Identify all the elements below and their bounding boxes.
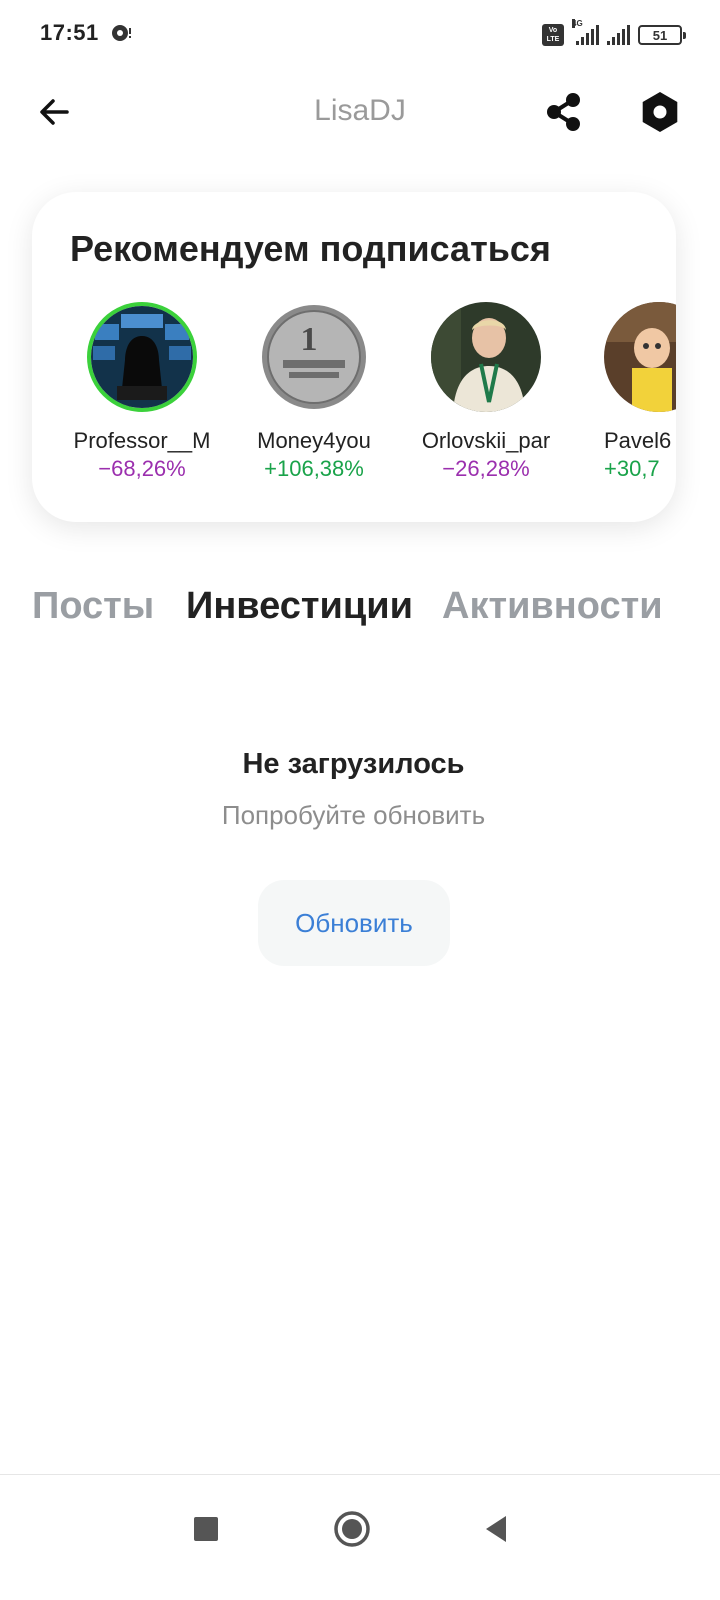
tab-activities[interactable]: Активности: [442, 585, 663, 628]
system-nav-bar: [0, 1475, 720, 1600]
battery-icon: 51: [638, 25, 686, 45]
recommendation-name: Professor__M: [73, 428, 211, 453]
record-icon: [112, 25, 131, 41]
recommendation-item[interactable]: Professor__M −68,26%: [72, 302, 212, 482]
tab-posts[interactable]: Посты: [32, 585, 154, 628]
volte-icon: Vo LTE: [542, 24, 564, 46]
recommendation-change: −68,26%: [98, 456, 186, 481]
tab-investments[interactable]: Инвестиции: [186, 585, 413, 628]
avatar: [431, 302, 541, 412]
hacker-avatar-image: [91, 306, 193, 408]
recommendation-card: Рекомендуем подписаться Professor__M −68…: [32, 192, 676, 522]
recommendation-title: Рекомендуем подписаться: [70, 228, 551, 269]
coin-avatar-image: 1: [259, 302, 369, 412]
recommendation-change: +30,7: [604, 456, 660, 481]
share-icon: [547, 93, 580, 131]
status-time: 17:51: [40, 20, 99, 45]
svg-text:1: 1: [301, 321, 318, 358]
recommendation-name: Pavel6: [604, 428, 672, 453]
signal-icon: [607, 25, 630, 45]
profile-title: LisaDJ: [314, 94, 406, 127]
error-subtitle: Попробуйте обновить: [221, 800, 486, 830]
avatar: 1: [259, 302, 369, 412]
error-title: Не загрузилось: [242, 748, 465, 780]
triangle-back-icon: [486, 1516, 506, 1542]
signal-4g-icon: 4G: [572, 19, 599, 45]
circle-home-icon: [334, 1511, 370, 1547]
square-icon: [194, 1517, 218, 1541]
man-avatar-image: [431, 302, 541, 412]
recommendation-item[interactable]: Orlovskii_par −26,28%: [416, 302, 556, 482]
share-button[interactable]: [538, 86, 590, 138]
refresh-button[interactable]: Обновить: [258, 880, 450, 966]
recents-button[interactable]: [180, 1503, 232, 1555]
recommendation-name: Orlovskii_par: [421, 428, 551, 453]
profile-tabs: Посты Инвестиции Активности: [32, 585, 692, 641]
battery-level: 51: [652, 27, 668, 43]
recommendation-item[interactable]: 1 Money4you +106,38%: [244, 302, 384, 482]
app-bar: LisaDJ: [0, 70, 720, 150]
child-avatar-image: [604, 302, 676, 412]
home-button[interactable]: [326, 1503, 378, 1555]
recommendation-list[interactable]: Professor__M −68,26% 1 Money4you +106,38…: [32, 302, 676, 502]
settings-button[interactable]: [634, 86, 686, 138]
status-icons: Vo LTE 4G 51: [542, 19, 686, 50]
status-bar: 17:51 Vo LTE 4G 51: [0, 0, 720, 70]
recommendation-name: Money4you: [257, 428, 371, 453]
avatar: [604, 302, 676, 412]
avatar: [87, 302, 197, 412]
recommendation-change: −26,28%: [442, 456, 530, 481]
recommendation-item[interactable]: Pavel6 +30,7: [588, 302, 676, 482]
hexagon-settings-icon: [642, 92, 678, 132]
recommendation-change: +106,38%: [264, 456, 364, 481]
nav-back-button[interactable]: [470, 1503, 522, 1555]
